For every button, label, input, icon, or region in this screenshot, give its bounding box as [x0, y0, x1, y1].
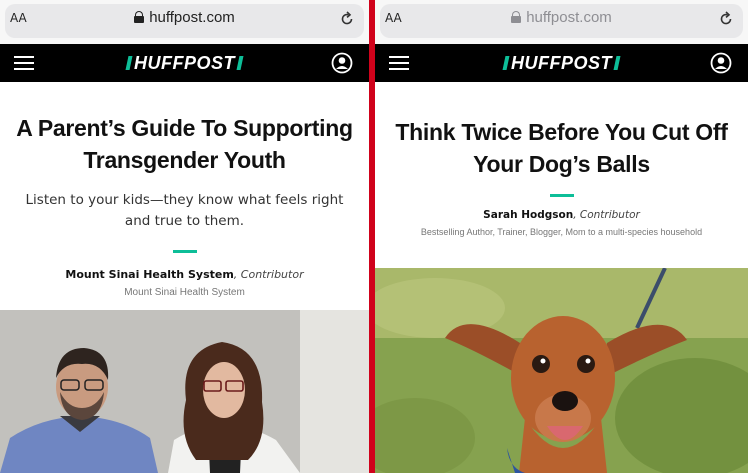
article-header: A Parent’s Guide To Supporting Transgend…	[0, 112, 369, 298]
author-role: Contributor	[240, 268, 304, 281]
url-display[interactable]: huffpost.com	[375, 9, 748, 26]
left-screenshot: AA huffpost.com HUFFPOST A Parent’s Guid…	[0, 0, 369, 473]
reload-icon[interactable]	[339, 11, 355, 27]
article-title[interactable]: Think Twice Before You Cut Off Your Dog’…	[375, 116, 748, 180]
accent-divider	[549, 194, 574, 197]
site-nav-bar: HUFFPOST	[375, 44, 748, 82]
article-header: Think Twice Before You Cut Off Your Dog’…	[375, 116, 748, 237]
lock-icon	[511, 11, 522, 23]
user-account-icon[interactable]	[710, 52, 732, 74]
url-text: huffpost.com	[149, 9, 235, 26]
author-name[interactable]: Mount Sinai Health System	[65, 268, 233, 281]
lock-icon	[134, 11, 145, 23]
accent-divider	[172, 250, 197, 253]
user-account-icon[interactable]	[331, 52, 353, 74]
hero-photo-dog	[375, 268, 748, 473]
article-hero-image	[0, 310, 369, 473]
author-role: Contributor	[579, 209, 640, 221]
browser-url-bar: AA huffpost.com	[375, 0, 748, 44]
author-bio: Bestselling Author, Trainer, Blogger, Mo…	[420, 227, 703, 237]
right-screenshot: AA huffpost.com HUFFPOST Think Twice Bef…	[375, 0, 748, 473]
author-name[interactable]: Sarah Hodgson	[483, 209, 573, 221]
byline: Mount Sinai Health System, Contributor	[65, 268, 304, 281]
author-bio: Mount Sinai Health System	[124, 287, 245, 298]
site-nav-bar: HUFFPOST	[0, 44, 369, 82]
url-text: huffpost.com	[526, 9, 612, 26]
huffpost-logo[interactable]: HUFFPOST	[375, 53, 748, 74]
huffpost-logo[interactable]: HUFFPOST	[0, 53, 369, 74]
article-hero-image	[375, 268, 748, 473]
url-display[interactable]: huffpost.com	[0, 9, 369, 26]
article-title[interactable]: A Parent’s Guide To Supporting Transgend…	[0, 112, 369, 176]
browser-url-bar: AA huffpost.com	[0, 0, 369, 44]
hero-photo-two-people	[0, 310, 369, 473]
reload-icon[interactable]	[718, 11, 734, 27]
byline: Sarah Hodgson, Contributor	[483, 209, 640, 221]
article-dek: Listen to your kids—they know what feels…	[25, 192, 344, 229]
